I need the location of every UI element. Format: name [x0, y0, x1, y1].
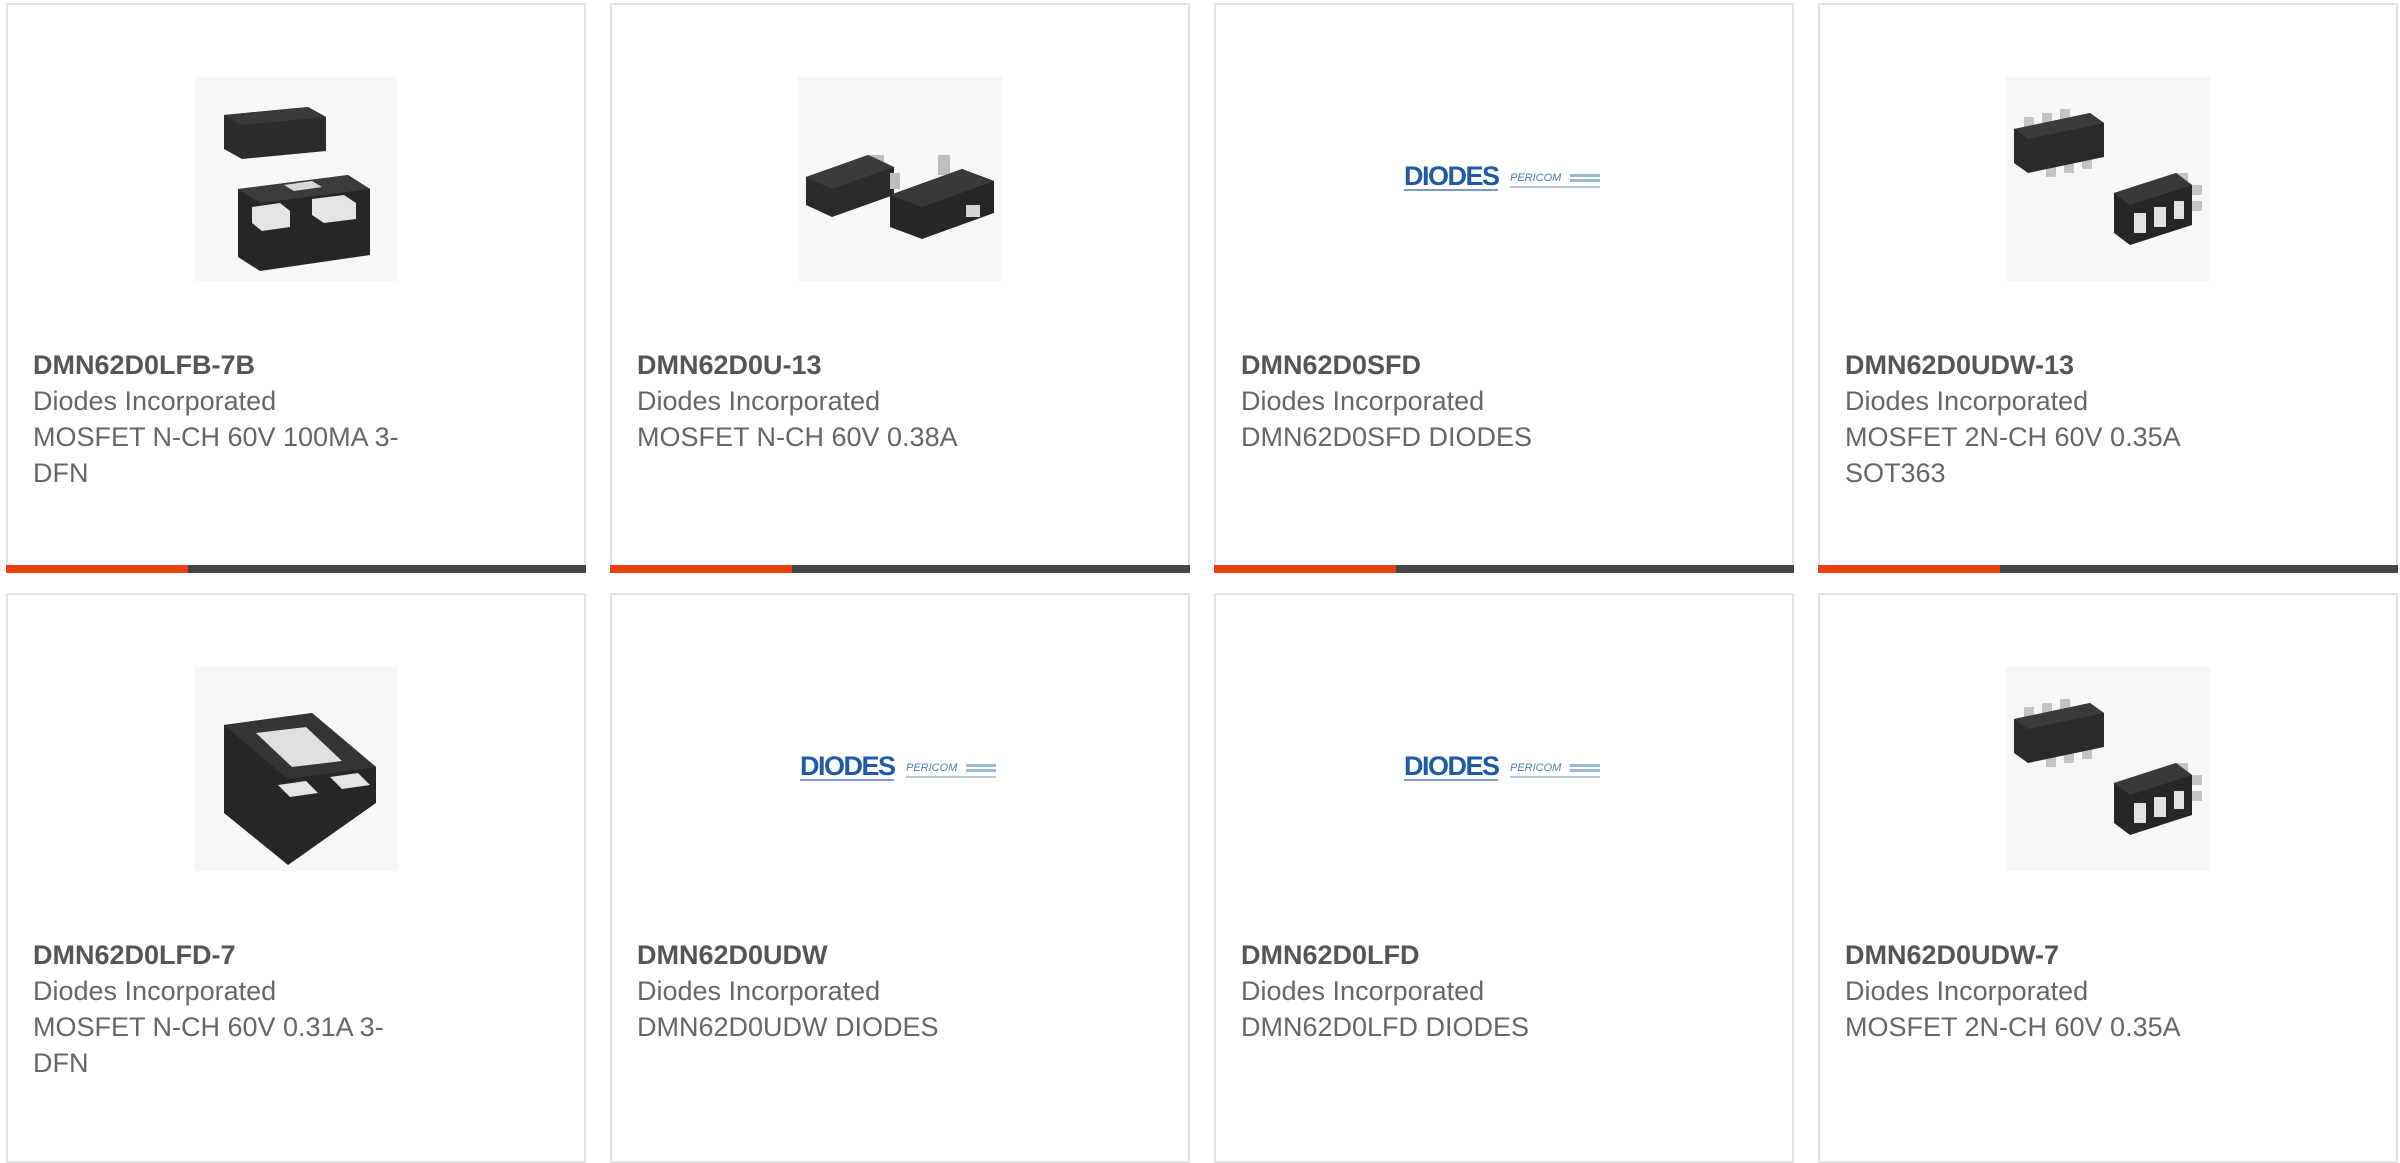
- manufacturer: Diodes Incorporated: [1845, 386, 2089, 416]
- description: DMN62D0SFD DIODES: [1241, 422, 1533, 452]
- description: MOSFET N-CH 60V 0.31A 3-DFN: [33, 1012, 384, 1078]
- card-accent-bar: [1214, 565, 1794, 573]
- card-accent-bar: [610, 565, 1190, 573]
- part-number[interactable]: DMN62D0LFD-7: [33, 937, 433, 973]
- part-number[interactable]: DMN62D0UDW: [637, 937, 1037, 973]
- pericom-logo-text: PERICOM: [906, 762, 958, 774]
- manufacturer: Diodes Incorporated: [1845, 976, 2089, 1006]
- description: MOSFET 2N-CH 60V 0.35A: [1845, 1012, 2181, 1042]
- pericom-logo-text: PERICOM: [1510, 762, 1562, 774]
- diodes-pericom-logo: DIODES PERICOM: [800, 751, 996, 781]
- product-card[interactable]: DMN62D0UDW-7 Diodes Incorporated MOSFET …: [1818, 593, 2398, 1163]
- card-accent-bar: [6, 565, 586, 573]
- description: DMN62D0LFD DIODES: [1241, 1012, 1530, 1042]
- description: MOSFET N-CH 60V 100MA 3-DFN: [33, 422, 399, 488]
- dfn-package-pair-image: [194, 77, 398, 281]
- product-card[interactable]: DMN62D0LFD-7 Diodes Incorporated MOSFET …: [6, 593, 586, 1163]
- product-card[interactable]: DIODES PERICOM DMN62D0UDW Diodes Incorpo…: [610, 593, 1190, 1163]
- product-image[interactable]: [194, 77, 398, 281]
- product-image[interactable]: DIODES PERICOM: [1402, 667, 1606, 871]
- part-number[interactable]: DMN62D0UDW-13: [1845, 347, 2245, 383]
- pericom-logo-text: PERICOM: [1510, 172, 1562, 184]
- diodes-logo-text: DIODES: [1404, 161, 1499, 191]
- product-image[interactable]: DIODES PERICOM: [798, 667, 1002, 871]
- part-number[interactable]: DMN62D0LFD: [1241, 937, 1641, 973]
- sot23-package-pair-image: [798, 77, 1002, 281]
- manufacturer: Diodes Incorporated: [1241, 976, 1485, 1006]
- diodes-logo-text: DIODES: [1404, 751, 1499, 781]
- sot363-package-pair-image: [2006, 667, 2210, 871]
- product-image[interactable]: DIODES PERICOM: [1402, 77, 1606, 281]
- product-grid: DMN62D0LFB-7B Diodes Incorporated MOSFET…: [6, 3, 2398, 1163]
- part-number[interactable]: DMN62D0U-13: [637, 347, 1037, 383]
- product-image[interactable]: [2006, 77, 2210, 281]
- part-number[interactable]: DMN62D0UDW-7: [1845, 937, 2245, 973]
- manufacturer: Diodes Incorporated: [1241, 386, 1485, 416]
- product-image[interactable]: [194, 667, 398, 871]
- product-card[interactable]: DMN62D0LFB-7B Diodes Incorporated MOSFET…: [6, 3, 586, 573]
- description: MOSFET 2N-CH 60V 0.35A SOT363: [1845, 422, 2180, 488]
- part-number[interactable]: DMN62D0LFB-7B: [33, 347, 433, 383]
- product-card[interactable]: DMN62D0U-13 Diodes Incorporated MOSFET N…: [610, 3, 1190, 573]
- product-card[interactable]: DIODES PERICOM DMN62D0LFD Diodes Incorpo…: [1214, 593, 1794, 1163]
- part-number[interactable]: DMN62D0SFD: [1241, 347, 1641, 383]
- diodes-logo-text: DIODES: [800, 751, 895, 781]
- manufacturer: Diodes Incorporated: [637, 386, 881, 416]
- dfn-package-single-image: [194, 667, 398, 871]
- description: DMN62D0UDW DIODES: [637, 1012, 939, 1042]
- manufacturer: Diodes Incorporated: [33, 976, 277, 1006]
- diodes-pericom-logo: DIODES PERICOM: [1404, 161, 1600, 191]
- product-card[interactable]: DIODES PERICOM DMN62D0SFD Diodes Incorpo…: [1214, 3, 1794, 573]
- description: MOSFET N-CH 60V 0.38A: [637, 422, 958, 452]
- card-accent-bar: [1818, 565, 2398, 573]
- manufacturer: Diodes Incorporated: [637, 976, 881, 1006]
- diodes-pericom-logo: DIODES PERICOM: [1404, 751, 1600, 781]
- product-card[interactable]: DMN62D0UDW-13 Diodes Incorporated MOSFET…: [1818, 3, 2398, 573]
- product-image[interactable]: [2006, 667, 2210, 871]
- sot363-package-pair-image: [2006, 77, 2210, 281]
- manufacturer: Diodes Incorporated: [33, 386, 277, 416]
- product-image[interactable]: [798, 77, 1002, 281]
